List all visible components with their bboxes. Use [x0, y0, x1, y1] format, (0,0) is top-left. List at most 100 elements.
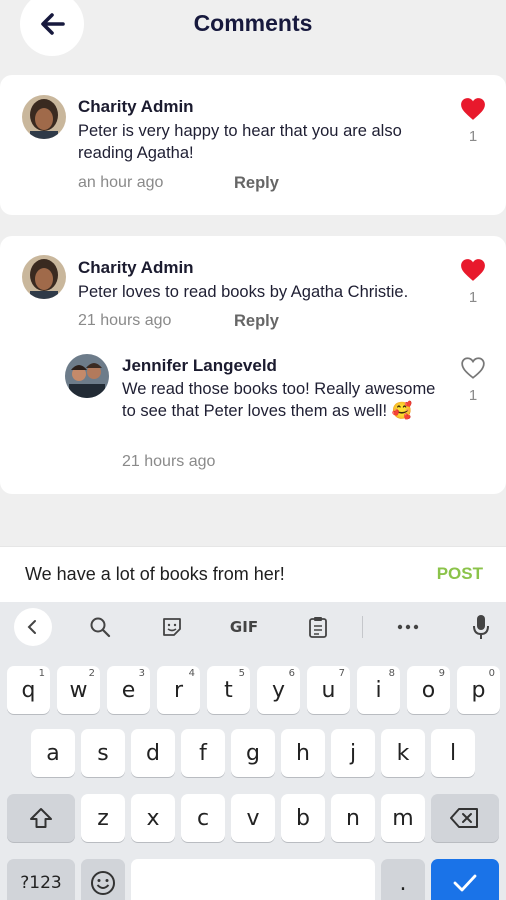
key-l[interactable]: l: [431, 729, 475, 777]
symbols-key[interactable]: ?123: [7, 859, 75, 900]
key-j[interactable]: j: [331, 729, 375, 777]
key-m[interactable]: m: [381, 794, 425, 842]
key-label: f: [199, 740, 207, 766]
reply-button[interactable]: Reply: [234, 312, 279, 331]
backspace-key[interactable]: [431, 794, 499, 842]
key-q[interactable]: q1: [7, 666, 50, 714]
page-title: Comments: [193, 10, 313, 36]
enter-key[interactable]: [431, 859, 499, 900]
post-button[interactable]: POST: [437, 564, 483, 584]
key-y[interactable]: y6: [257, 666, 300, 714]
comment-author: Charity Admin: [78, 97, 194, 116]
reply-button[interactable]: Reply: [234, 174, 279, 193]
key-label: z: [97, 805, 109, 831]
key-hint: 8: [388, 668, 395, 679]
reply-author: Jennifer Langeveld: [122, 356, 277, 375]
key-label: w: [69, 677, 88, 703]
key-label: a: [46, 740, 60, 766]
key-u[interactable]: u7: [307, 666, 350, 714]
key-hint: 4: [188, 668, 195, 679]
key-label: v: [246, 805, 260, 831]
app-header: Comments: [0, 0, 506, 60]
comment-compose-bar: We have a lot of books from her! POST: [0, 546, 506, 602]
avatar: [65, 354, 109, 398]
microphone-icon[interactable]: [468, 611, 494, 643]
key-c[interactable]: c: [181, 794, 225, 842]
key-hint: 6: [288, 668, 295, 679]
space-key[interactable]: [131, 859, 375, 900]
soft-keyboard: GIF q1 w2 e3 r4 t5 y6 u7 i8 o9 p0 a s d …: [0, 602, 506, 900]
key-label: ?123: [20, 873, 62, 893]
key-x[interactable]: x: [131, 794, 175, 842]
key-hint: 9: [438, 668, 445, 679]
key-label: l: [449, 740, 457, 766]
key-label: x: [146, 805, 160, 831]
key-label: g: [246, 740, 260, 766]
key-g[interactable]: g: [231, 729, 275, 777]
period-key[interactable]: .: [381, 859, 425, 900]
key-e[interactable]: e3: [107, 666, 150, 714]
more-icon[interactable]: [394, 611, 422, 643]
key-o[interactable]: o9: [407, 666, 450, 714]
key-w[interactable]: w2: [57, 666, 100, 714]
key-label: r: [173, 677, 184, 703]
comment-card: Charity Admin Peter loves to read books …: [0, 236, 506, 494]
shift-key[interactable]: [7, 794, 75, 842]
key-label: d: [146, 740, 160, 766]
key-d[interactable]: d: [131, 729, 175, 777]
like-button[interactable]: 1: [459, 258, 487, 306]
key-i[interactable]: i8: [357, 666, 400, 714]
avatar: [22, 95, 66, 139]
sticker-icon[interactable]: [158, 611, 186, 643]
key-a[interactable]: a: [31, 729, 75, 777]
search-icon[interactable]: [86, 611, 114, 643]
check-icon: [453, 874, 477, 892]
like-button[interactable]: 1: [459, 356, 487, 404]
emoji-key[interactable]: [81, 859, 125, 900]
shift-icon: [30, 808, 52, 828]
key-b[interactable]: b: [281, 794, 325, 842]
comment-time: an hour ago: [78, 174, 164, 191]
key-hint: 5: [238, 668, 245, 679]
key-label: p: [471, 677, 486, 703]
comment-input[interactable]: We have a lot of books from her!: [25, 564, 285, 585]
comment-card: Charity Admin Peter is very happy to hea…: [0, 75, 506, 215]
key-r[interactable]: r4: [157, 666, 200, 714]
key-t[interactable]: t5: [207, 666, 250, 714]
avatar: [22, 255, 66, 299]
key-p[interactable]: p0: [457, 666, 500, 714]
key-label: n: [346, 805, 360, 831]
key-s[interactable]: s: [81, 729, 125, 777]
heart-filled-icon: [461, 259, 485, 281]
key-label: i: [375, 677, 382, 703]
comment-text: Peter is very happy to hear that you are…: [78, 122, 402, 162]
key-label: e: [121, 677, 136, 703]
key-n[interactable]: n: [331, 794, 375, 842]
key-label: s: [97, 740, 109, 766]
key-h[interactable]: h: [281, 729, 325, 777]
key-label: b: [296, 805, 310, 831]
key-label: .: [399, 870, 407, 896]
comment-author: Charity Admin: [78, 258, 194, 277]
chevron-left-icon[interactable]: [14, 608, 52, 646]
key-label: k: [396, 740, 410, 766]
gif-icon[interactable]: GIF: [224, 611, 264, 643]
key-label: t: [224, 677, 233, 703]
toolbar-divider: [362, 616, 363, 638]
like-count: 1: [468, 289, 478, 306]
clipboard-icon[interactable]: [304, 611, 332, 643]
key-hint: 1: [38, 668, 45, 679]
key-hint: 0: [488, 668, 495, 679]
key-label: c: [196, 805, 210, 831]
key-f[interactable]: f: [181, 729, 225, 777]
key-v[interactable]: v: [231, 794, 275, 842]
key-label: o: [421, 677, 436, 703]
key-k[interactable]: k: [381, 729, 425, 777]
heart-filled-icon: [461, 98, 485, 120]
key-z[interactable]: z: [81, 794, 125, 842]
reply-time: 21 hours ago: [122, 453, 216, 470]
keyboard-toolbar: GIF: [0, 602, 506, 652]
key-hint: 7: [338, 668, 345, 679]
like-button[interactable]: 1: [459, 97, 487, 145]
like-count: 1: [468, 387, 478, 404]
